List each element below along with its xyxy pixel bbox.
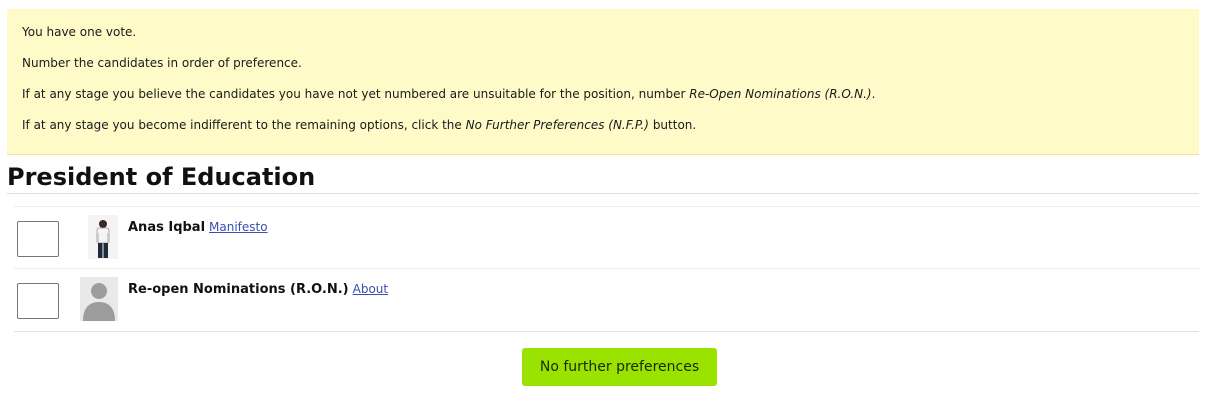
- candidate-photo-icon: [84, 215, 122, 259]
- manifesto-link[interactable]: Manifesto: [209, 220, 268, 234]
- about-link[interactable]: About: [353, 282, 388, 296]
- instruction-order: Number the candidates in order of prefer…: [22, 56, 302, 70]
- candidate-row: Anas Iqbal Manifesto: [14, 206, 1199, 268]
- candidate-name: Re-open Nominations (R.O.N.): [128, 282, 349, 297]
- instruction-vote-count: You have one vote.: [22, 25, 137, 39]
- candidate-row: Re-open Nominations (R.O.N.) About: [14, 268, 1199, 330]
- position-title: President of Education: [7, 163, 316, 191]
- preference-input[interactable]: [17, 221, 59, 257]
- no-further-preferences-button[interactable]: No further preferences: [522, 348, 717, 386]
- list-divider: [14, 331, 1199, 332]
- placeholder-avatar-icon: [80, 277, 118, 321]
- instruction-ron: If at any stage you believe the candidat…: [22, 87, 876, 101]
- preference-input[interactable]: [17, 283, 59, 319]
- title-divider: [7, 193, 1199, 194]
- instruction-nfp: If at any stage you become indifferent t…: [22, 118, 697, 132]
- candidate-name: Anas Iqbal: [128, 220, 206, 235]
- instructions-panel: You have one vote. Number the candidates…: [7, 9, 1199, 155]
